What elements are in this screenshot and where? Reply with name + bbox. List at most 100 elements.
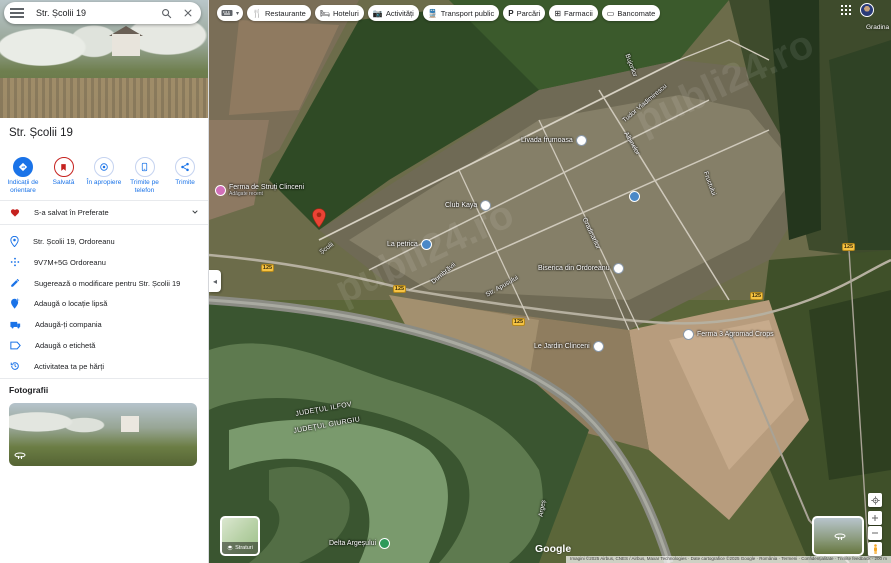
chip-label: Transport public xyxy=(440,8,495,18)
add-business-row[interactable]: Adaugă-ți compania xyxy=(0,316,208,332)
nearby-button[interactable]: În apropiere xyxy=(85,157,123,195)
suggest-edit-row[interactable]: Sugerează o modificare pentru Str. Școli… xyxy=(0,275,208,291)
menu-icon[interactable] xyxy=(10,8,24,18)
label-icon xyxy=(10,341,21,349)
chip-label: Restaurante xyxy=(264,8,306,18)
street-view-360-icon xyxy=(834,533,846,540)
suggest-edit-text: Sugerează o modificare pentru Str. Școli… xyxy=(34,278,181,288)
maps-activity-row[interactable]: Activitatea ta pe hărți xyxy=(0,358,208,374)
poi-livada-frumoasa[interactable]: Livada frumoasa xyxy=(521,135,587,146)
plus-code-row[interactable]: 9V7M+5G Ordoreanu xyxy=(0,254,208,270)
map-imagery xyxy=(209,0,891,563)
poi-delta-argesului[interactable]: Delta Argeșului xyxy=(329,538,391,549)
layers-icon xyxy=(227,545,233,551)
saved-label: Salvată xyxy=(52,179,75,186)
category-chips: ▾ 🍴 Restaurante 🛏 Hoteluri 📷 Activități 🚆 Tr… xyxy=(217,5,661,22)
business-icon xyxy=(10,321,21,329)
road-number-badge: 125 xyxy=(750,292,763,300)
keyboard-shortcuts-button[interactable]: ▾ xyxy=(217,5,244,21)
apps-grid-icon[interactable] xyxy=(841,5,851,15)
bookmark-icon xyxy=(53,157,74,177)
road-number-badge: 125 xyxy=(842,243,855,251)
restaurant-icon: 🍴 xyxy=(252,8,262,18)
share-button[interactable]: Trimite xyxy=(166,157,204,195)
add-business-text: Adaugă-ți compania xyxy=(35,319,102,329)
saved-list-row[interactable]: S-a salvat în Preferate xyxy=(0,203,208,221)
address-row[interactable]: Str. Școlii 19, Ordoreanu xyxy=(0,233,208,249)
chip-parking[interactable]: P Parcări xyxy=(503,5,546,21)
photo-fence xyxy=(0,78,208,118)
plus-code-icon xyxy=(10,257,20,267)
location-pin-icon xyxy=(10,235,19,247)
selected-location-pin-icon[interactable] xyxy=(312,208,326,228)
poi-label: Ferma 3 Agromad Crops xyxy=(697,331,774,338)
street-view-thumbnail[interactable] xyxy=(812,516,864,556)
layers-button[interactable]: Straturi xyxy=(220,516,260,556)
chip-activities[interactable]: 📷 Activități xyxy=(367,5,419,21)
heart-icon xyxy=(10,208,20,217)
satellite-map[interactable]: publi24.ro publi24.ro ▾ 🍴Restaurante 🛏Ho… xyxy=(209,0,891,563)
page-title: Str. Școlii 19 xyxy=(9,127,73,139)
poi-label: Biserica din Ordoreanu xyxy=(538,265,610,272)
saved-button[interactable]: Salvată xyxy=(45,157,83,195)
poi-ferma-agromad[interactable]: Ferma 3 Agromad Crops xyxy=(683,329,774,340)
road-number-badge: 125 xyxy=(261,264,274,272)
poi-label: Ferma de Struți Clinceni xyxy=(229,184,305,191)
map-corner-label: Gradina xyxy=(866,24,890,31)
poi-label: La petrica xyxy=(387,241,418,248)
zoom-in-button[interactable] xyxy=(868,511,882,525)
chip-label: Hoteluri xyxy=(333,8,359,18)
poi-le-jardin[interactable]: Le Jardin Clinceni xyxy=(534,341,604,352)
poi-ferma-struti[interactable]: Ferma de Struți Clinceni Adăgate recent xyxy=(215,184,304,197)
poi-blue-marker[interactable] xyxy=(629,191,640,202)
search-icon[interactable] xyxy=(159,6,173,20)
edit-pencil-icon xyxy=(11,278,20,287)
chip-restaurants[interactable]: 🍴 Restaurante xyxy=(247,5,311,21)
avatar[interactable] xyxy=(860,3,874,17)
add-missing-place-row[interactable]: Adaugă o locație lipsă xyxy=(0,295,208,311)
poi-la-petrica[interactable]: La petrica xyxy=(387,239,432,250)
chip-transit[interactable]: 🚆 Transport public xyxy=(422,5,500,21)
map-attribution[interactable]: Imagini ©2025 Airbus, CNES / Airbus, Max… xyxy=(566,556,891,563)
search-box[interactable]: Str. Școlii 19 xyxy=(4,2,201,24)
my-location-icon xyxy=(870,495,880,505)
poi-label: Club Kaya xyxy=(445,202,478,209)
photo-thumbnail[interactable] xyxy=(9,403,197,466)
church-icon xyxy=(612,263,624,274)
chip-hotels[interactable]: 🛏 Hoteluri xyxy=(314,5,364,21)
send-to-phone-button[interactable]: Trimite pe telefon xyxy=(126,157,164,195)
layers-label: Straturi xyxy=(222,542,258,554)
zoom-out-button[interactable] xyxy=(868,526,882,540)
directions-button[interactable]: Indicații de orientare xyxy=(4,157,42,195)
poi-club-kaya[interactable]: Club Kaya xyxy=(445,200,492,211)
chip-label: Bancomate xyxy=(617,8,656,18)
search-input[interactable]: Str. Școlii 19 xyxy=(36,8,151,18)
phone-icon xyxy=(134,157,155,177)
chip-label: Farmacii xyxy=(564,8,593,18)
chip-atm[interactable]: ▭ Bancomate xyxy=(601,5,661,21)
road-number-badge: 125 xyxy=(512,318,525,326)
pegman-button[interactable] xyxy=(868,542,882,556)
keyboard-icon xyxy=(221,10,233,16)
park-icon xyxy=(379,538,391,549)
poi-marker-icon xyxy=(592,341,604,352)
poi-label: Delta Argeșului xyxy=(329,540,377,547)
share-label: Trimite xyxy=(175,179,195,186)
poi-biserica[interactable]: Biserica din Ordoreanu xyxy=(538,263,624,274)
google-logo: Google xyxy=(535,543,572,555)
my-location-button[interactable] xyxy=(868,493,882,507)
close-icon[interactable] xyxy=(181,6,195,20)
poi-marker-icon xyxy=(575,135,587,146)
chevron-down-icon[interactable] xyxy=(191,208,199,216)
chip-pharmacy[interactable]: ⊞ Farmacii xyxy=(549,5,598,21)
send-to-phone-label: Trimite pe telefon xyxy=(130,179,159,194)
add-label-row[interactable]: Adaugă o etichetă xyxy=(0,337,208,353)
share-icon xyxy=(175,157,195,177)
camera-icon: 📷 xyxy=(372,8,383,18)
collapse-panel-button[interactable]: ◂ xyxy=(209,270,221,292)
chip-label: Activități xyxy=(385,8,414,18)
poi-sublabel: Adăgate recent xyxy=(229,191,263,197)
chip-label: Parcări xyxy=(516,8,541,18)
divider xyxy=(0,224,208,225)
nearby-label: În apropiere xyxy=(86,179,122,186)
